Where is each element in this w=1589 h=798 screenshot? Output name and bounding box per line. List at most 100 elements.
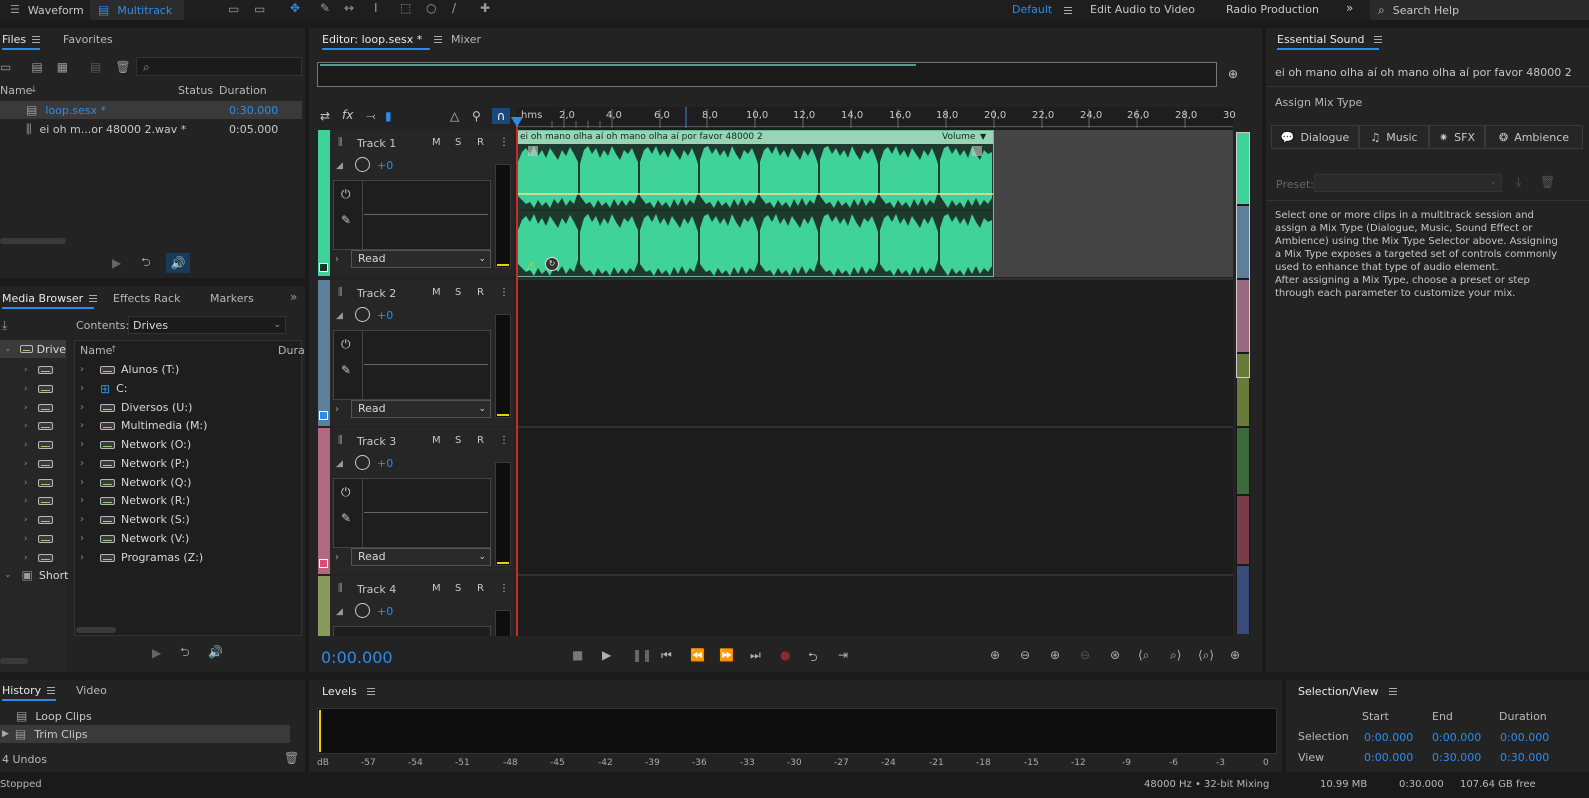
selection-start[interactable]: 0:00.000	[1364, 731, 1413, 744]
markers-tab[interactable]: Markers	[210, 292, 254, 305]
mute-button[interactable]: M	[432, 287, 441, 298]
effects-box[interactable]: ⏻ ✎	[333, 330, 491, 400]
workspace-radio-production[interactable]: Radio Production	[1226, 3, 1319, 16]
time-display[interactable]: 0:00.000	[321, 648, 393, 667]
track-select-box[interactable]	[319, 263, 328, 272]
track-more-icon[interactable]: ⋮	[499, 583, 509, 594]
swap-icon[interactable]: ⇄	[320, 110, 330, 122]
workspace-edit-audio-video[interactable]: Edit Audio to Video	[1090, 3, 1195, 16]
solo-button[interactable]: S	[455, 435, 461, 446]
solo-button[interactable]: S	[455, 137, 461, 148]
favorites-tab[interactable]: Favorites	[63, 33, 113, 46]
multitrack-button[interactable]: ▤ Multitrack	[90, 0, 184, 20]
spectral-icon[interactable]: ▭	[228, 3, 239, 15]
pencil-icon[interactable]: ✎	[341, 214, 351, 226]
autoplay-icon[interactable]: 🔊	[166, 253, 190, 273]
metronome-icon[interactable]: △	[450, 110, 459, 122]
expand-icon[interactable]: ›	[335, 254, 339, 266]
list-item[interactable]: › Multimedia (M:)	[80, 416, 300, 435]
history-tab[interactable]: History	[2, 684, 56, 697]
mute-button[interactable]: M	[432, 137, 441, 148]
sends-icon[interactable]: ⤙	[366, 110, 376, 122]
volume-value[interactable]: +0	[377, 457, 393, 470]
files-menu-icon[interactable]	[32, 36, 41, 43]
drive-col-name[interactable]: Name	[80, 344, 112, 357]
track-select-box[interactable]	[319, 559, 328, 568]
eq-icon[interactable]: ▮	[385, 110, 392, 122]
selection-view-tab[interactable]: Selection/View	[1298, 685, 1397, 698]
import-icon[interactable]: ▤	[31, 61, 42, 73]
view-duration[interactable]: 0:30.000	[1500, 751, 1549, 764]
clip-volume-label[interactable]: Volume	[942, 132, 975, 142]
more-workspaces-icon[interactable]: »	[1346, 2, 1353, 14]
list-item[interactable]: › Programas (Z:)	[80, 548, 300, 567]
expand-icon[interactable]: ›	[335, 404, 339, 416]
history-item-current[interactable]: ▶ ▤ Trim Clips	[0, 725, 290, 743]
skip-end-icon[interactable]: ⏭	[750, 648, 761, 663]
tree-scrollbar[interactable]	[0, 658, 28, 664]
marquee-icon[interactable]: ⬚	[400, 2, 411, 14]
waveform-button[interactable]: ☰ Waveform	[10, 2, 84, 18]
file-row-wav[interactable]: ⫼ ei oh m...or 48000 2.wav * 0:05.000	[0, 120, 302, 138]
mute-button[interactable]: M	[432, 583, 441, 594]
zoom-selection-icon[interactable]: ⟨⌕⟩	[1198, 648, 1214, 663]
time-selection-icon[interactable]: I	[374, 2, 378, 14]
zoom-out-time-icon[interactable]: ⊖	[1080, 648, 1090, 662]
autoplay-icon[interactable]: 🔊	[208, 646, 223, 658]
clip-header[interactable]: ei oh mano olha aí oh mano olha aí por f…	[518, 131, 993, 145]
record-arm-button[interactable]: R	[477, 137, 484, 148]
list-item[interactable]: › Network (S:)	[80, 510, 300, 529]
zoom-tracks-icon[interactable]: ⊕	[1230, 648, 1240, 662]
selection-end[interactable]: 0:00.000	[1432, 731, 1481, 744]
list-item[interactable]: › Network (R:)	[80, 491, 300, 510]
zoom-in-time-icon[interactable]: ⊕	[1050, 648, 1060, 662]
delete-icon[interactable]: 🗑	[115, 61, 130, 73]
healing-icon[interactable]: ✚	[480, 2, 490, 14]
list-item[interactable]: › Network (V:)	[80, 529, 300, 548]
save-preset-icon[interactable]: ⤓	[1516, 176, 1521, 188]
more-tabs-icon[interactable]: »	[290, 291, 297, 303]
volume-knob[interactable]	[355, 603, 370, 618]
track-scroll-overview[interactable]	[1236, 132, 1250, 634]
levels-menu-icon[interactable]	[366, 688, 375, 695]
automation-mode-select[interactable]: Read ⌄	[351, 250, 491, 268]
fast-forward-icon[interactable]: ⏩	[719, 648, 734, 662]
download-icon[interactable]: ⤓	[2, 319, 7, 331]
fx-icon[interactable]: fx	[342, 109, 353, 121]
list-item[interactable]: › Diversos (U:)	[80, 398, 300, 417]
list-item[interactable]: › ⊞ C:	[80, 379, 300, 398]
play-preview-icon[interactable]: ▶	[112, 257, 121, 269]
selection-view-menu-icon[interactable]	[1388, 688, 1397, 695]
automation-mode-select[interactable]: Read ⌄	[351, 548, 491, 566]
expand-icon[interactable]: ›	[335, 552, 339, 564]
volume-knob[interactable]	[355, 157, 370, 172]
zoom-full-icon[interactable]: ⊛	[1110, 648, 1120, 662]
track-more-icon[interactable]: ⋮	[499, 287, 509, 298]
headphones-icon[interactable]: ∩	[492, 108, 510, 124]
clip-menu-icon[interactable]: ▼	[980, 132, 986, 141]
track-name[interactable]: Track 2	[357, 287, 396, 300]
track-more-icon[interactable]: ⋮	[499, 435, 509, 446]
zoom-in-amplitude-icon[interactable]: ⊕	[990, 648, 1000, 662]
pencil-icon[interactable]: ✎	[341, 364, 351, 376]
track-more-icon[interactable]: ⋮	[499, 137, 509, 148]
essential-sound-tab[interactable]: Essential Sound	[1277, 33, 1383, 46]
track-header-1[interactable]: ⫼ Track 1 M S R ⋮ ◢ +0 ⏻ ✎ › Read ⌄	[318, 130, 514, 276]
solo-button[interactable]: S	[455, 583, 461, 594]
track-name[interactable]: Track 1	[357, 137, 396, 150]
media-browser-menu-icon[interactable]	[89, 295, 98, 302]
trash-icon[interactable]: 🗑	[284, 752, 299, 764]
playhead[interactable]	[516, 118, 518, 636]
rewind-icon[interactable]: ⏪	[690, 648, 705, 662]
media-browser-tab[interactable]: Media Browser	[2, 292, 98, 305]
play-icon[interactable]: ▶	[602, 648, 611, 662]
files-scrollbar[interactable]	[0, 238, 66, 244]
list-item[interactable]: › Network (O:)	[80, 435, 300, 454]
list-item[interactable]: › Network (Q:)	[80, 473, 300, 492]
list-item[interactable]: › Network (P:)	[80, 454, 300, 473]
automation-mode-select[interactable]: Read ⌄	[351, 400, 491, 418]
ambience-button[interactable]: ❂ Ambience	[1485, 125, 1583, 149]
fade-in-handle[interactable]	[528, 146, 538, 156]
preset-dropdown[interactable]: ⌄	[1314, 174, 1502, 192]
contents-dropdown[interactable]: Drives ⌄	[128, 316, 286, 334]
